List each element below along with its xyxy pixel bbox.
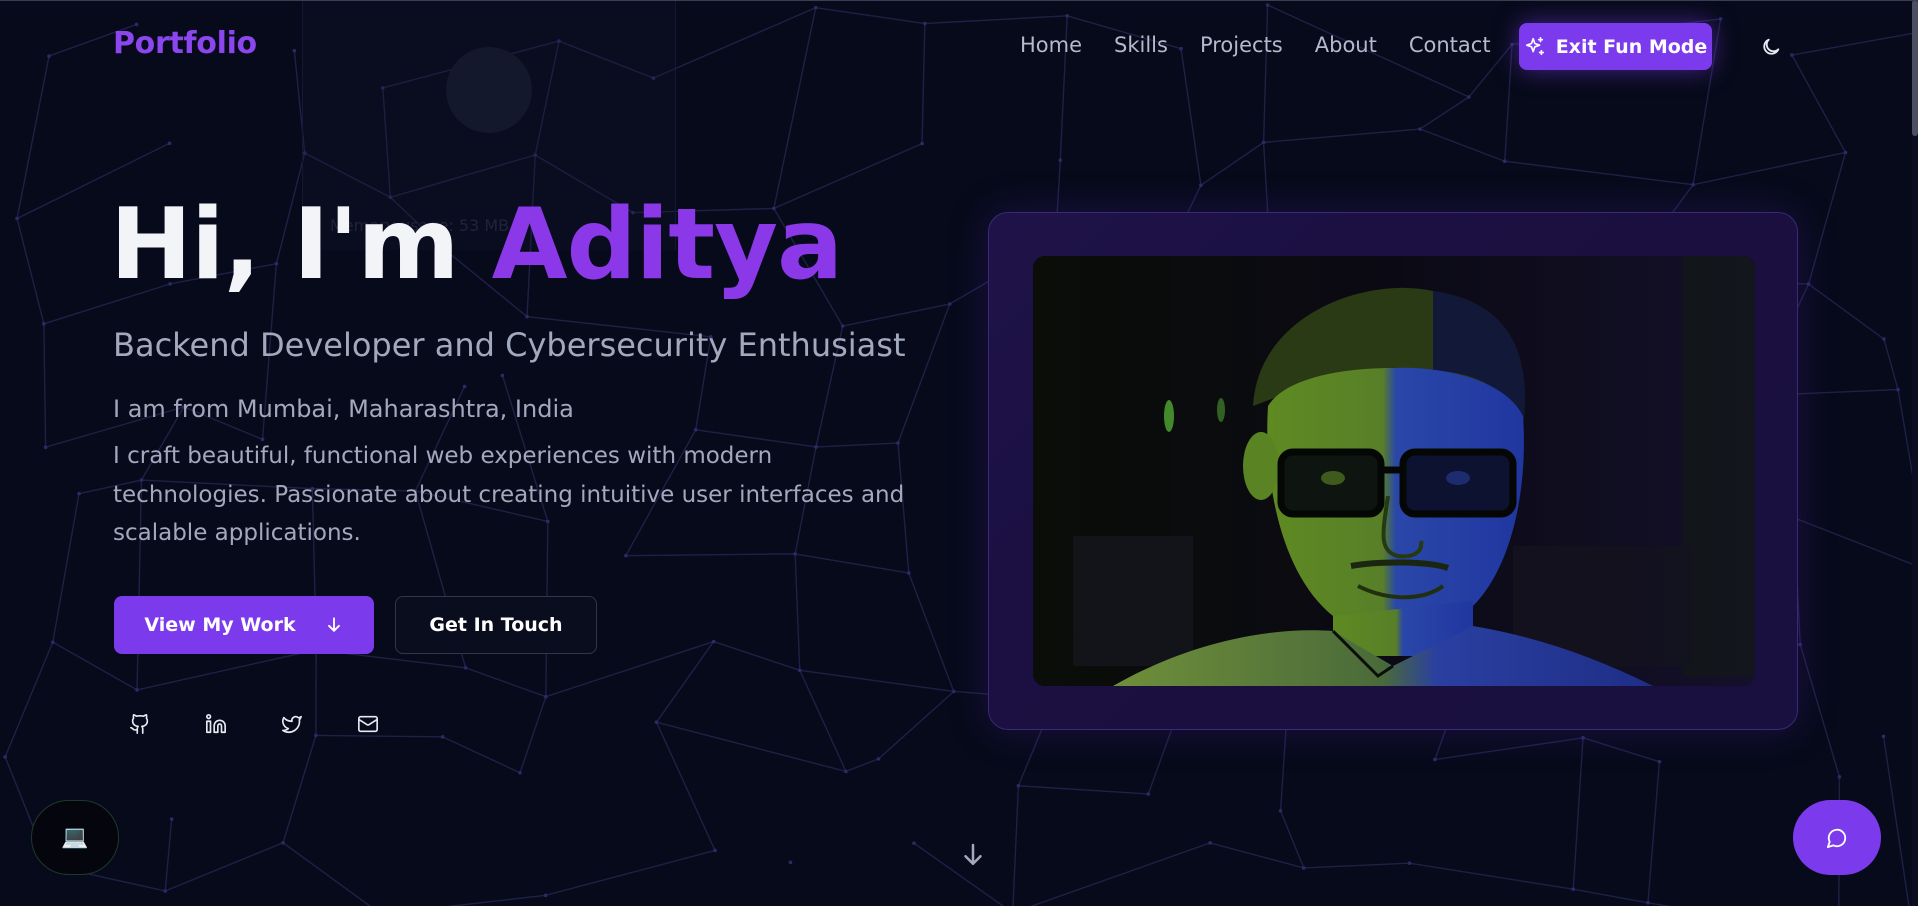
arrow-down-icon (958, 840, 988, 870)
profile-photo (1033, 256, 1755, 686)
twitter-link[interactable] (278, 710, 306, 738)
moon-icon (1760, 36, 1782, 58)
main-nav: Home Skills Projects About Contact (1020, 33, 1523, 57)
hero-bio: I craft beautiful, functional web experi… (113, 443, 905, 546)
laptop-icon: 💻 (61, 825, 89, 850)
nav-link-contact[interactable]: Contact (1409, 33, 1491, 57)
linkedin-icon (205, 713, 227, 735)
github-icon (129, 713, 151, 735)
hero-title: Hi, I'm Aditya (110, 188, 843, 302)
arrow-down-icon (324, 615, 344, 635)
window-top-border (0, 0, 1918, 1)
brand-logo[interactable]: Portfolio (113, 26, 257, 61)
hero-greeting: Hi, I'm (110, 188, 460, 302)
laptop-mode-button[interactable]: 💻 (31, 800, 119, 875)
sparkles-icon (1524, 36, 1546, 58)
hero-location: I am from Mumbai, Maharashtra, India (113, 395, 574, 423)
view-my-work-button[interactable]: View My Work (114, 596, 374, 654)
hero-name: Aditya (491, 188, 843, 302)
nav-link-home[interactable]: Home (1020, 33, 1082, 57)
scrollbar-thumb[interactable] (1912, 0, 1918, 136)
hero-subtitle: Backend Developer and Cybersecurity Enth… (113, 326, 906, 364)
nav-link-skills[interactable]: Skills (1114, 33, 1168, 57)
chat-icon (1826, 827, 1848, 849)
mail-icon (357, 713, 379, 735)
theme-toggle-button[interactable] (1756, 34, 1786, 60)
view-my-work-label: View My Work (144, 614, 296, 636)
github-link[interactable] (126, 710, 154, 738)
chat-button[interactable] (1793, 800, 1881, 875)
twitter-icon (281, 713, 303, 735)
linkedin-link[interactable] (202, 710, 230, 738)
ghost-overlay-logo (446, 47, 532, 133)
exit-fun-mode-button[interactable]: Exit Fun Mode (1519, 23, 1712, 70)
mail-link[interactable] (354, 710, 382, 738)
nav-link-about[interactable]: About (1315, 33, 1377, 57)
exit-fun-mode-label: Exit Fun Mode (1555, 35, 1708, 58)
scroll-down-indicator[interactable] (958, 840, 988, 872)
get-in-touch-button[interactable]: Get In Touch (395, 596, 597, 654)
nav-link-projects[interactable]: Projects (1200, 33, 1283, 57)
